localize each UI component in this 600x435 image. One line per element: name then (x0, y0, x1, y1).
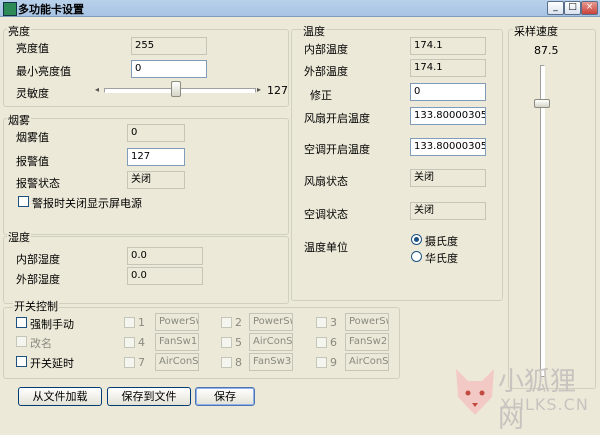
switch-number: 2 (235, 316, 242, 329)
switch-delay-checkbox[interactable] (16, 356, 27, 367)
switch-number: 4 (138, 336, 145, 349)
alarm-value-input[interactable]: 127 (127, 148, 185, 166)
fan-on-temp-input[interactable]: 133.80000305175 (410, 107, 486, 125)
switch-checkbox[interactable] (124, 317, 135, 328)
switch-name-field: PowerSw2 (249, 313, 293, 331)
sensitivity-label: 灵敏度 (16, 87, 49, 100)
switch-name-field: PowerSw3 (345, 313, 389, 331)
switch-name-field: PowerSw1 (155, 313, 199, 331)
switch-legend: 开关控制 (13, 298, 59, 314)
rename-label: 改名 (30, 337, 52, 350)
fan-state-field: 关闭 (410, 169, 486, 187)
brightness-legend: 亮度 (7, 23, 31, 39)
switch-checkbox[interactable] (316, 357, 327, 368)
sensitivity-value: 127 (267, 84, 288, 97)
screen-off-label: 警报时关闭显示屏电源 (32, 197, 142, 210)
sampling-slider-thumb[interactable] (534, 99, 550, 108)
switch-number: 8 (235, 356, 242, 369)
ac-state-label: 空调状态 (304, 208, 348, 221)
switch-number: 9 (330, 356, 337, 369)
humidity-legend: 湿度 (7, 229, 31, 245)
close-button[interactable]: × (581, 1, 598, 15)
force-manual-label: 强制手动 (30, 318, 74, 331)
outer-humidity-field: 0.0 (127, 267, 203, 285)
inner-humidity-label: 内部湿度 (16, 253, 60, 266)
ac-state-field: 关闭 (410, 202, 486, 220)
inner-humidity-field: 0.0 (127, 247, 203, 265)
force-manual-checkbox[interactable] (16, 317, 27, 328)
outer-humidity-label: 外部湿度 (16, 273, 60, 286)
alarm-value-label: 报警值 (16, 155, 49, 168)
window-title: 多功能卡设置 (18, 3, 84, 16)
minimize-button[interactable]: _ (547, 1, 564, 15)
switch-name-field: FanSw3 (249, 353, 293, 371)
celsius-label: 摄氏度 (425, 235, 458, 248)
watermark-en: XHLKS.CN (500, 395, 589, 414)
min-brightness-label: 最小亮度值 (16, 65, 71, 78)
switch-number: 1 (138, 316, 145, 329)
outer-temp-field: 174.1 (410, 59, 486, 77)
switch-checkbox[interactable] (221, 337, 232, 348)
switch-name-field: FanSw1 (155, 333, 199, 351)
title-bar: 多功能卡设置 _ □ × (0, 0, 600, 17)
fahrenheit-radio[interactable] (411, 251, 422, 262)
watermark: 小狐狸网 XHLKS.CN (450, 355, 600, 434)
correction-label: 修正 (310, 89, 332, 102)
sampling-group (508, 29, 596, 389)
switch-number: 5 (235, 336, 242, 349)
alarm-state-field: 关闭 (127, 171, 185, 189)
sampling-legend: 采样速度 (513, 23, 559, 39)
smoke-legend: 烟雾 (7, 112, 31, 128)
save-button[interactable]: 保存 (195, 387, 255, 406)
temp-unit-label: 温度单位 (304, 241, 348, 254)
temperature-legend: 温度 (302, 23, 326, 39)
celsius-radio[interactable] (411, 234, 422, 245)
switch-name-field: AirConSw3 (345, 353, 389, 371)
close-icon: × (585, 2, 594, 12)
fan-state-label: 风扇状态 (304, 175, 348, 188)
switch-number: 7 (138, 356, 145, 369)
inner-temp-field: 174.1 (410, 37, 486, 55)
smoke-value-field: 0 (127, 124, 185, 142)
switch-checkbox[interactable] (221, 357, 232, 368)
switch-delay-label: 开关延时 (30, 357, 74, 370)
switch-number: 3 (330, 316, 337, 329)
switch-checkbox[interactable] (124, 357, 135, 368)
sampling-value: 87.5 (534, 44, 559, 57)
minimize-icon: _ (553, 2, 558, 12)
screen-off-checkbox[interactable] (18, 196, 29, 207)
switch-checkbox[interactable] (316, 337, 327, 348)
save-to-file-button[interactable]: 保存到文件 (107, 387, 191, 406)
alarm-state-label: 报警状态 (16, 177, 60, 190)
switch-checkbox[interactable] (124, 337, 135, 348)
fox-logo-icon (456, 369, 494, 415)
correction-input[interactable]: 0 (410, 83, 486, 101)
switch-name-field: AirConSw1 (249, 333, 293, 351)
brightness-value-label: 亮度值 (16, 42, 49, 55)
switch-name-field: AirConSw2 (155, 353, 199, 371)
sampling-slider-track (540, 65, 545, 377)
inner-temp-label: 内部温度 (304, 43, 348, 56)
min-brightness-input[interactable]: 0 (131, 60, 207, 78)
client-area: 亮度 亮度值 255 最小亮度值 0 灵敏度 ◂ ▸ 127 烟雾 烟雾值 0 … (0, 17, 600, 434)
ac-on-temp-input[interactable]: 133.80000305175 (410, 138, 486, 156)
load-from-file-button[interactable]: 从文件加载 (18, 387, 102, 406)
fan-on-temp-label: 风扇开启温度 (304, 112, 370, 125)
switch-name-field: FanSw2 (345, 333, 389, 351)
fahrenheit-label: 华氏度 (425, 252, 458, 265)
switch-number: 6 (330, 336, 337, 349)
app-icon (3, 2, 17, 16)
rename-checkbox[interactable] (16, 336, 27, 347)
smoke-value-label: 烟雾值 (16, 131, 49, 144)
brightness-value-field: 255 (131, 37, 207, 55)
outer-temp-label: 外部温度 (304, 65, 348, 78)
sensitivity-slider-thumb[interactable] (171, 81, 181, 97)
maximize-icon: □ (568, 2, 577, 12)
slider-right-arrow-icon[interactable]: ▸ (257, 85, 261, 94)
maximize-button[interactable]: □ (564, 1, 581, 15)
ac-on-temp-label: 空调开启温度 (304, 143, 370, 156)
switch-checkbox[interactable] (316, 317, 327, 328)
switch-checkbox[interactable] (221, 317, 232, 328)
slider-left-arrow-icon[interactable]: ◂ (95, 85, 99, 94)
